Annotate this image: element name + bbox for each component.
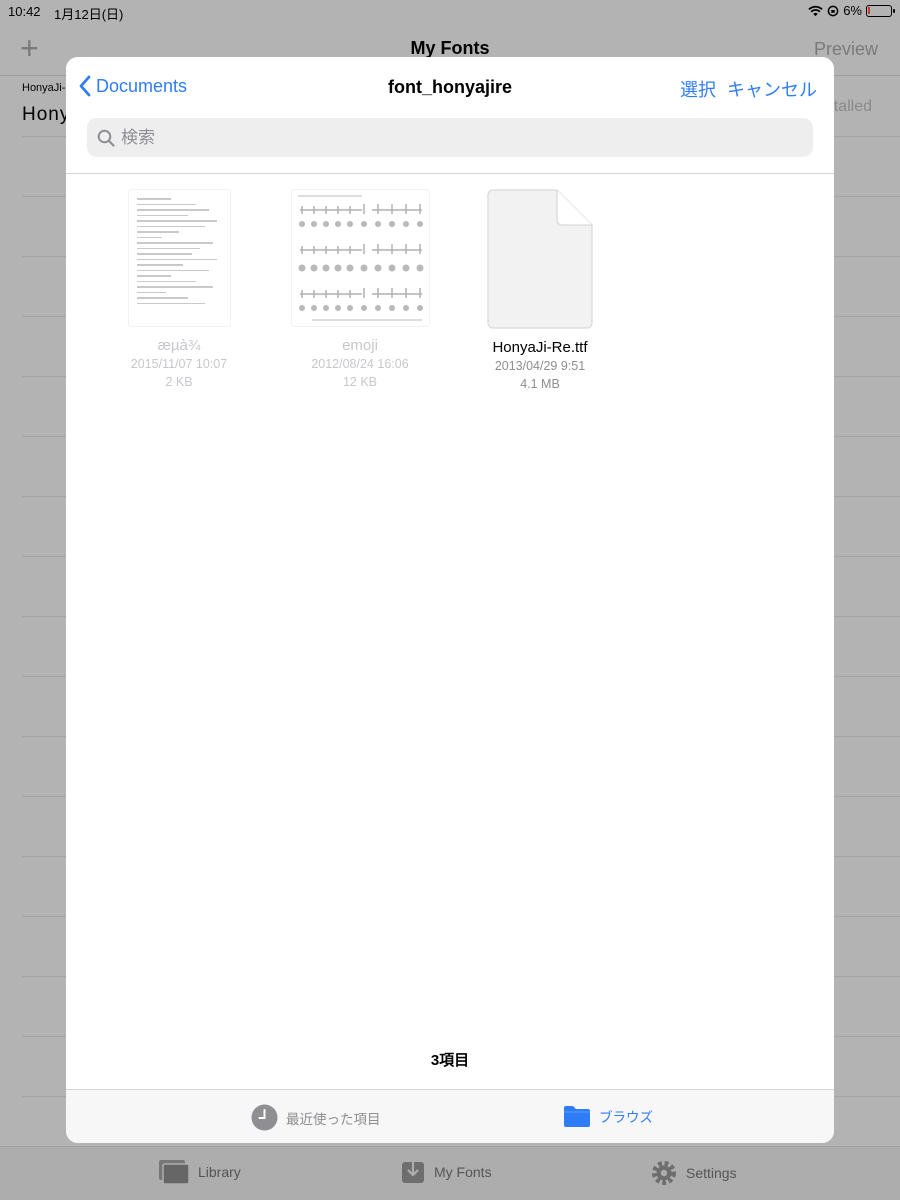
chevron-left-icon — [79, 75, 91, 97]
tab-settings-label: Settings — [686, 1165, 737, 1181]
search-field[interactable] — [87, 118, 813, 157]
status-bar: 10:42 1月12日(日) 6% — [0, 0, 900, 24]
tab-settings[interactable]: Settings — [650, 1159, 737, 1187]
file-name: HonyaJi-Re.ttf — [492, 339, 588, 356]
tab-library-label: Library — [198, 1164, 241, 1180]
file-item[interactable]: emoji 2012/08/24 16:06 12 KB — [285, 189, 435, 390]
file-size: 4.1 MB — [520, 377, 560, 391]
status-right: 6% — [808, 3, 895, 18]
file-name: emoji — [342, 337, 378, 354]
wifi-icon — [808, 5, 823, 16]
file-date: 2012/08/24 16:06 — [311, 357, 409, 371]
background-title: My Fonts — [410, 38, 490, 58]
picker-tab-bar: 最近使った項目 ブラウズ — [66, 1089, 834, 1143]
file-item[interactable]: HonyaJi-Re.ttf 2013/04/29 9:51 4.1 MB — [465, 189, 615, 392]
background-font-name-small: HonyaJi- — [22, 82, 66, 94]
search-icon — [97, 129, 115, 147]
background-installed-label: talled — [833, 98, 872, 115]
status-time: 10:42 — [8, 4, 41, 19]
tab-recents[interactable]: 最近使った項目 — [251, 1104, 381, 1131]
text-document-thumbnail — [127, 189, 231, 327]
file-item[interactable]: æµà¾ 2015/11/07 10:07 2 KB — [104, 189, 254, 390]
tab-my-fonts-label: My Fonts — [434, 1164, 492, 1180]
file-date: 2015/11/07 10:07 — [130, 357, 228, 371]
select-button[interactable]: 選択 — [680, 76, 716, 102]
orientation-lock-icon — [827, 5, 839, 16]
cancel-button[interactable]: キャンセル — [727, 76, 817, 102]
file-date: 2013/04/29 9:51 — [494, 359, 586, 373]
tab-recents-label: 最近使った項目 — [286, 1111, 381, 1127]
clock-icon — [251, 1104, 278, 1131]
tab-library[interactable]: Library — [158, 1159, 241, 1185]
file-size: 12 KB — [342, 375, 378, 389]
tab-browse-label: ブラウズ — [599, 1110, 653, 1125]
background-font-sample: Hony — [22, 104, 71, 125]
emoji-chart-thumbnail — [290, 189, 430, 327]
tab-browse[interactable]: ブラウズ — [563, 1104, 653, 1128]
folder-icon — [564, 1106, 590, 1127]
tab-my-fonts[interactable]: My Fonts — [400, 1159, 492, 1185]
library-icon — [159, 1160, 190, 1185]
battery-icon — [866, 4, 895, 17]
item-count: 3項目 — [430, 1052, 470, 1069]
back-button[interactable]: Documents — [78, 75, 187, 97]
gear-icon — [652, 1161, 676, 1185]
document-picker-sheet: Documents font_honyajire 選択 キャンセル 検索 æµà… — [66, 57, 834, 1143]
download-icon — [402, 1162, 424, 1183]
search-input[interactable] — [121, 127, 781, 148]
back-button-label: Documents — [96, 75, 188, 96]
blank-file-icon — [487, 189, 593, 329]
file-name: æµà¾ — [157, 337, 201, 354]
background-tab-bar: Library My Fonts Settings — [0, 1146, 900, 1200]
picker-header: Documents font_honyajire 選択 キャンセル — [66, 57, 834, 174]
battery-percent: 6% — [843, 3, 862, 18]
status-date: 1月12日(日) — [54, 7, 124, 22]
file-size: 2 KB — [165, 375, 193, 389]
